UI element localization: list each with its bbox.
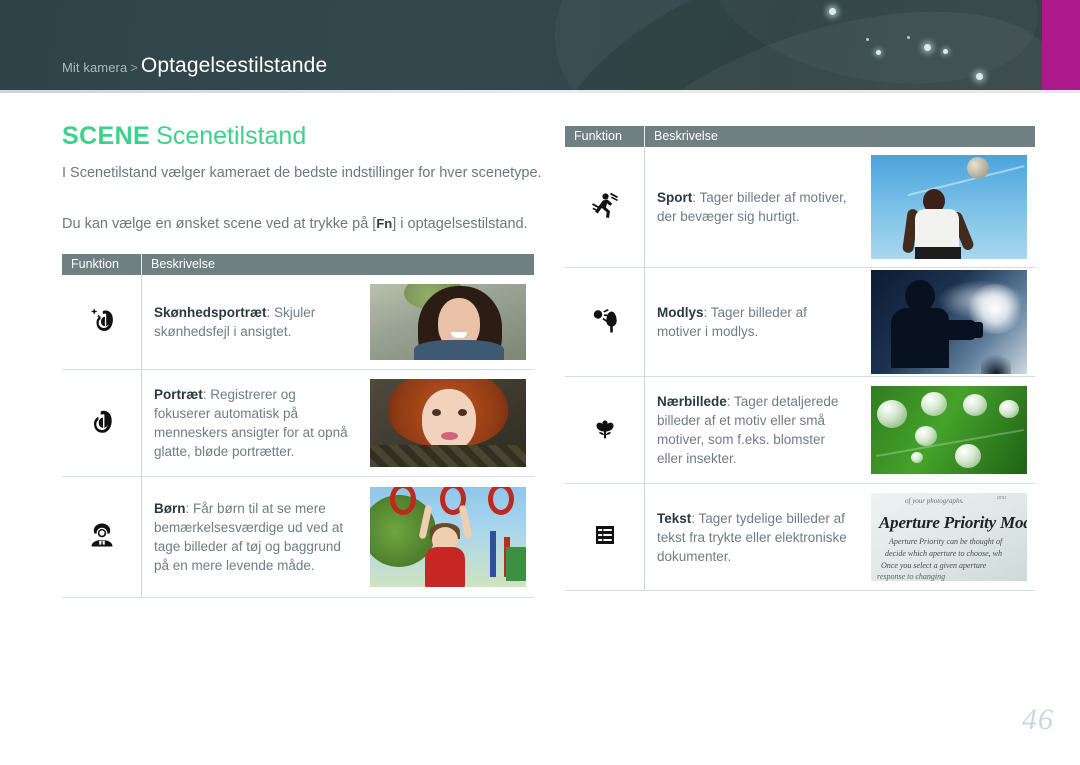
- row-description-cell: Portræt: Registrerer og fokuserer automa…: [141, 369, 358, 477]
- banner-sparkle-dot: [866, 38, 869, 41]
- child-on-playground-photo: [370, 487, 526, 587]
- row-description-cell: Sport: Tager billeder af motiver, der be…: [644, 147, 859, 268]
- table-row[interactable]: Modlys: Tager billeder af motiver i modl…: [565, 267, 1035, 377]
- row-description-cell: Børn: Får børn til at se mere bemærkelse…: [141, 476, 358, 598]
- mode-name: Nærbillede: [657, 394, 727, 409]
- row-photo-cell: of your photographs. anu Aperture Priori…: [859, 483, 1035, 591]
- intro-2-before: Du kan vælge en ønsket scene ved at tryk…: [62, 216, 377, 232]
- doc-body-line-2: decide which aperture to choose, wh: [885, 549, 1003, 558]
- banner-sparkle-dot: [924, 44, 931, 51]
- page-title-text: Scenetilstand: [156, 122, 307, 150]
- mode-name: Tekst: [657, 510, 692, 526]
- table-row[interactable]: Nærbillede: Tager detaljerede billeder a…: [565, 376, 1035, 484]
- banner-sparkle-dot: [943, 49, 948, 54]
- intro-paragraph-1: I Scenetilstand vælger kameraet de bedst…: [62, 165, 542, 181]
- column-header-beskrivelse: Beskrivelse: [654, 129, 718, 143]
- banner-sparkle-dot: [876, 50, 881, 55]
- banner-decoration-curve-4: [698, 0, 1053, 90]
- mode-name: Skønhedsportræt: [154, 305, 267, 320]
- table-row[interactable]: Portræt: Registrerer og fokuserer automa…: [62, 369, 534, 477]
- doc-body-line-3: Once you select a given aperture: [881, 561, 987, 570]
- header-accent-block: [1042, 0, 1080, 90]
- fn-key-label: Fn: [376, 216, 393, 231]
- water-drops-on-leaf-photo: [871, 386, 1027, 474]
- table-row[interactable]: Skønhedsportræt: Skjuler skønhedsfejl i …: [62, 275, 534, 370]
- table-header-row: Funktion Beskrivelse: [565, 126, 1035, 147]
- tulip-macro-icon: [588, 411, 622, 445]
- banner-sparkle-dot: [976, 73, 983, 80]
- scene-modes-table-left: Funktion Beskrivelse Skønhedsportræt: Sk…: [62, 254, 534, 598]
- beauty-face-sparkle-icon: [85, 303, 119, 337]
- banner-bottom-shadow: [0, 90, 1080, 93]
- doc-heading-text: Aperture Priority Mode: [879, 513, 1027, 532]
- row-icon-cell: [62, 275, 142, 370]
- table-row[interactable]: Sport: Tager billeder af motiver, der be…: [565, 147, 1035, 268]
- text-lines-icon: [588, 518, 622, 552]
- row-icon-cell: [565, 147, 645, 268]
- row-photo-cell: [859, 376, 1035, 484]
- printed-text-document-photo: of your photographs. anu Aperture Priori…: [871, 493, 1027, 581]
- intro-paragraph-2: Du kan vælge en ønsket scene ved at tryk…: [62, 214, 552, 234]
- woman-smiling-portrait-photo: [370, 284, 526, 360]
- scene-modes-table-right: Funktion Beskrivelse Sport: Tager billed…: [565, 126, 1035, 591]
- doc-body-line-4: response to changing: [877, 572, 946, 581]
- row-icon-cell: [565, 267, 645, 377]
- doc-tiny-text-2: anu: [997, 495, 1006, 501]
- row-icon-cell: [565, 483, 645, 591]
- breadcrumb-parent[interactable]: Mit kamera: [62, 60, 127, 75]
- mode-name: Portræt: [154, 387, 203, 402]
- banner-sparkle-dot: [829, 8, 836, 15]
- row-photo-cell: [358, 369, 534, 477]
- breadcrumb-current: Optagelsestilstande: [140, 54, 328, 77]
- breadcrumb-separator-icon: >: [130, 60, 138, 75]
- doc-body-line-1: Aperture Priority can be thought of: [889, 537, 1003, 546]
- soccer-player-heading-ball-photo: [871, 155, 1027, 259]
- child-bust-icon: [85, 518, 119, 552]
- table-row[interactable]: Børn: Får børn til at se mere bemærkelse…: [62, 476, 534, 598]
- doc-tiny-text: of your photographs.: [905, 497, 964, 505]
- row-description-cell: Skønhedsportræt: Skjuler skønhedsfejl i …: [141, 275, 358, 370]
- face-profile-icon: [85, 404, 119, 438]
- mode-name: Børn: [154, 501, 186, 516]
- red-haired-girl-portrait-photo: [370, 379, 526, 467]
- mode-name: Modlys: [657, 305, 704, 320]
- row-photo-cell: [358, 476, 534, 598]
- table-header-row: Funktion Beskrivelse: [62, 254, 534, 275]
- backlit-photographer-silhouette-photo: [871, 270, 1027, 374]
- page-title: SCENE Scenetilstand: [62, 122, 306, 151]
- banner-decoration-curve-3: [567, 0, 1080, 90]
- row-description-cell: Tekst: Tager tydelige billeder af tekst …: [644, 483, 859, 591]
- row-icon-cell: [565, 376, 645, 484]
- banner-sparkle-dot: [907, 36, 910, 39]
- banner-decoration-curve-2: [509, 0, 1080, 90]
- column-header-beskrivelse: Beskrivelse: [151, 257, 215, 271]
- sun-behind-tree-icon: [588, 303, 622, 337]
- table-row[interactable]: Tekst: Tager tydelige billeder af tekst …: [565, 483, 1035, 591]
- mode-name: Sport: [657, 190, 693, 205]
- running-person-icon: [588, 188, 622, 222]
- row-icon-cell: [62, 476, 142, 598]
- row-photo-cell: [859, 147, 1035, 268]
- scene-mode-badge: SCENE: [62, 122, 151, 150]
- row-photo-cell: [358, 275, 534, 370]
- page-header-banner: Mit kamera > Optagelsestilstande: [0, 0, 1080, 90]
- banner-decoration-curve-1: [523, 0, 1080, 90]
- breadcrumb: Mit kamera > Optagelsestilstande: [62, 54, 327, 78]
- page-number: 46: [1022, 703, 1054, 736]
- row-icon-cell: [62, 369, 142, 477]
- row-description-cell: Modlys: Tager billeder af motiver i modl…: [644, 267, 859, 377]
- intro-2-after: ] i optagelsestilstand.: [392, 216, 528, 232]
- row-photo-cell: [859, 267, 1035, 377]
- row-description-cell: Nærbillede: Tager detaljerede billeder a…: [644, 376, 859, 484]
- column-header-funktion: Funktion: [565, 126, 645, 147]
- column-header-funktion: Funktion: [62, 254, 142, 275]
